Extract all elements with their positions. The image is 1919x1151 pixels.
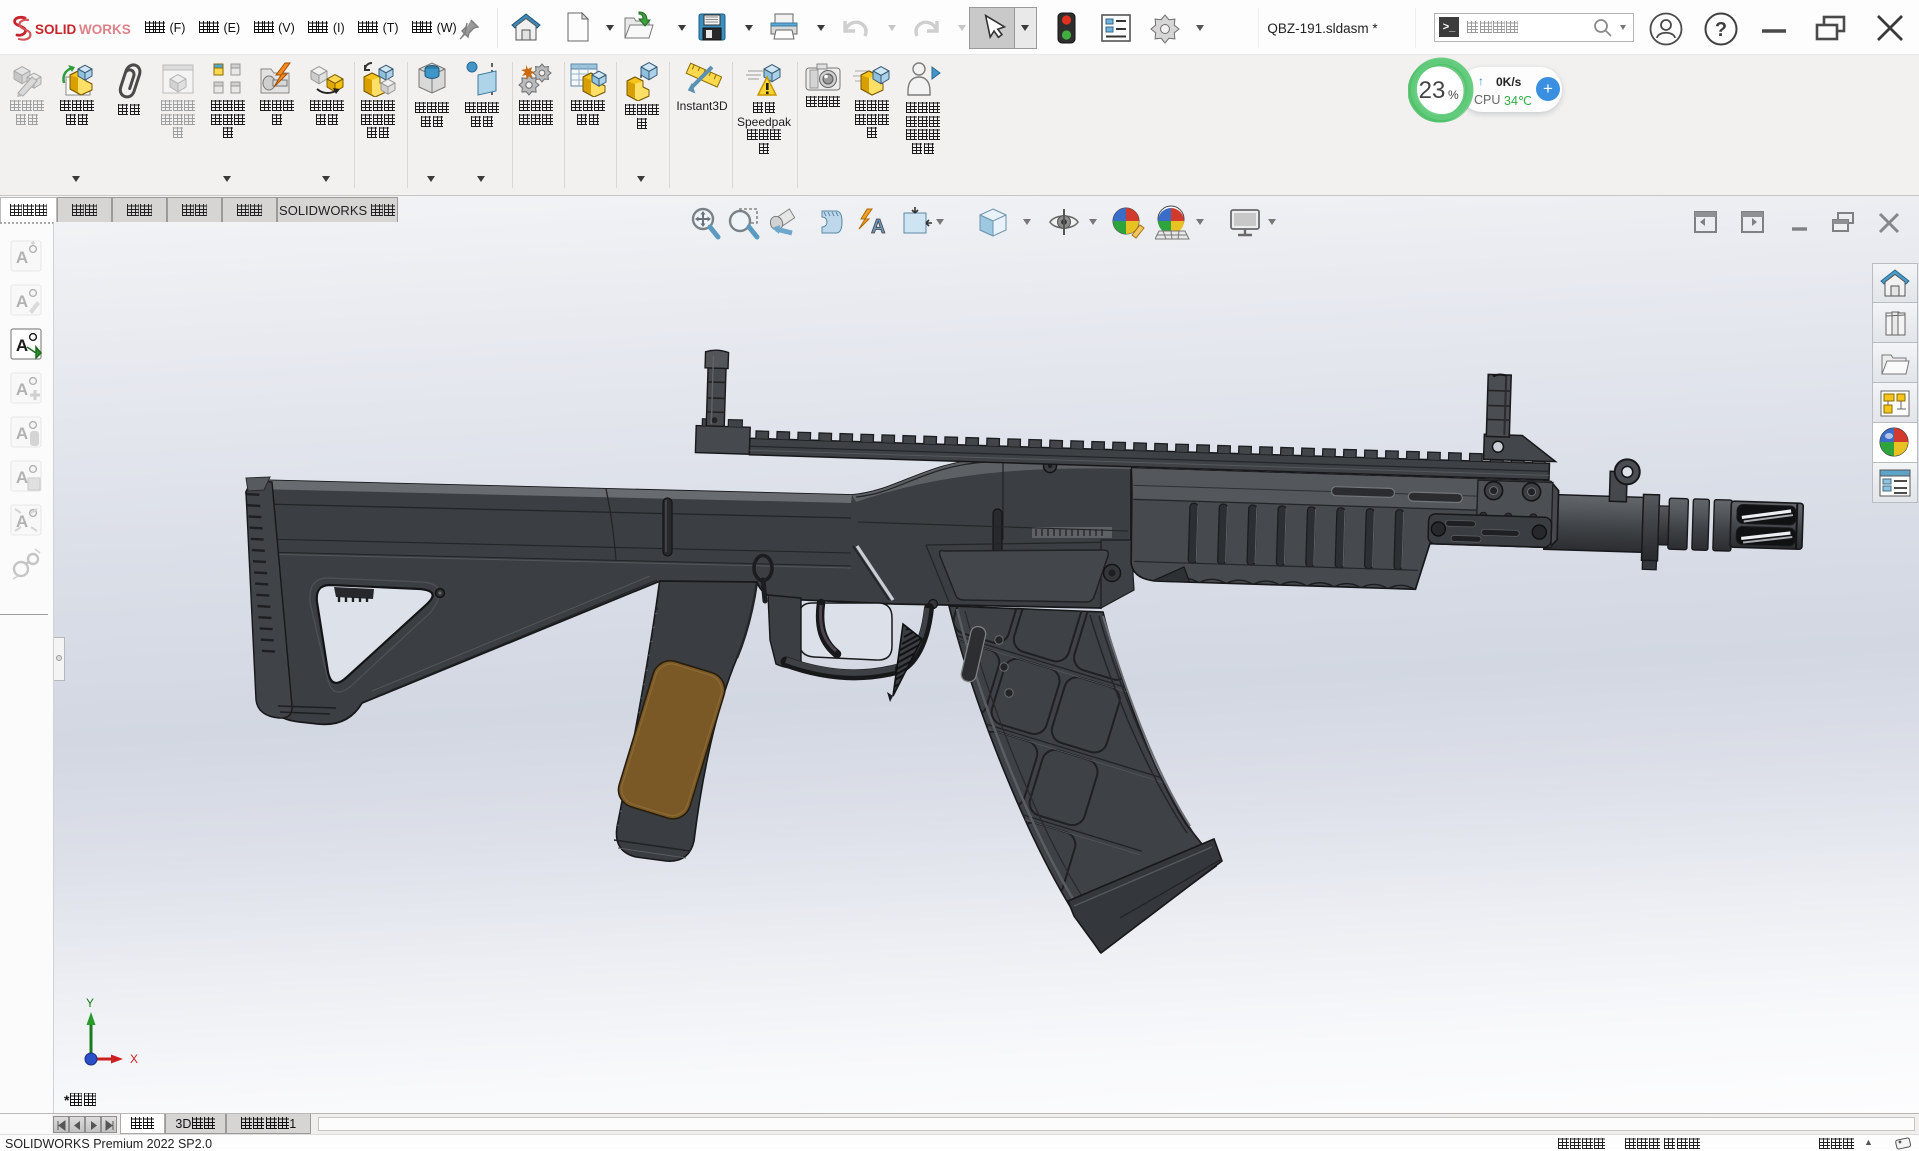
svg-text:A: A xyxy=(16,248,28,267)
svg-text:A: A xyxy=(16,380,28,399)
svg-text:X: X xyxy=(130,1052,138,1066)
svg-text:Y: Y xyxy=(86,996,94,1010)
svg-text:A: A xyxy=(16,292,28,311)
svg-text:A: A xyxy=(871,216,885,238)
svg-text:WORKS: WORKS xyxy=(79,22,131,37)
svg-text:%: % xyxy=(1448,88,1459,102)
svg-text:A: A xyxy=(16,424,28,443)
svg-text:A: A xyxy=(16,336,28,355)
svg-text:?: ? xyxy=(1715,19,1727,41)
svg-text:23: 23 xyxy=(1419,77,1446,104)
svg-text:SOLID: SOLID xyxy=(35,22,77,37)
svg-text:A: A xyxy=(16,468,28,487)
